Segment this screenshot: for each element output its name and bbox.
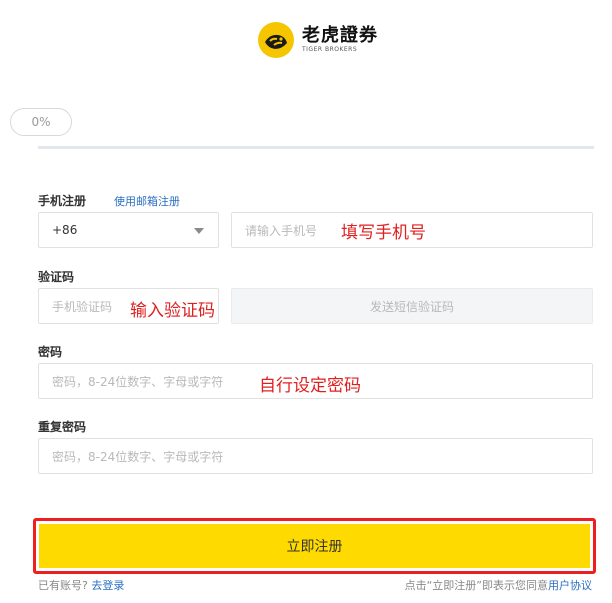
agreement-notice: 点击“立即注册”即表示您同意用户协议	[405, 577, 592, 593]
password-label: 密码	[38, 345, 63, 359]
phone-placeholder: 请输入手机号	[245, 223, 318, 238]
register-button[interactable]: 立即注册	[39, 524, 590, 568]
submit-highlight-frame: 立即注册	[33, 518, 596, 574]
have-account-text: 已有账号?	[38, 579, 88, 592]
brand-logo: 老虎證券 TIGER BROKERS	[258, 20, 378, 60]
progress-bar	[38, 146, 594, 149]
login-link[interactable]: 去登录	[91, 579, 124, 592]
code-label: 验证码	[38, 270, 75, 284]
tiger-logo-icon	[258, 22, 294, 58]
brand-name-cn: 老虎證券	[302, 25, 378, 46]
brand-name-en: TIGER BROKERS	[302, 46, 358, 53]
user-agreement-link[interactable]: 用户协议	[548, 579, 592, 592]
country-code-select[interactable]: +86	[38, 212, 219, 248]
code-placeholder: 手机验证码	[52, 299, 113, 314]
code-annotation: 输入验证码	[130, 301, 215, 321]
progress-label: 0%	[10, 108, 72, 136]
repeat-password-placeholder: 密码，8-24位数字、字母或字符	[52, 449, 224, 464]
repeat-password-input[interactable]: 密码，8-24位数字、字母或字符	[38, 438, 593, 474]
login-prompt: 已有账号? 去登录	[38, 577, 124, 593]
repeat-password-label: 重复密码	[38, 420, 87, 434]
phone-annotation: 填写手机号	[341, 223, 426, 243]
email-register-link[interactable]: 使用邮箱注册	[114, 193, 180, 209]
country-code-value: +86	[52, 223, 78, 237]
password-placeholder: 密码，8-24位数字、字母或字符	[52, 374, 224, 389]
phone-register-label: 手机注册	[38, 194, 87, 208]
agreement-text: 点击“立即注册”即表示您同意	[404, 579, 548, 592]
chevron-down-icon	[194, 228, 204, 234]
password-annotation: 自行设定密码	[259, 376, 361, 396]
send-sms-button[interactable]: 发送短信验证码	[231, 288, 593, 324]
